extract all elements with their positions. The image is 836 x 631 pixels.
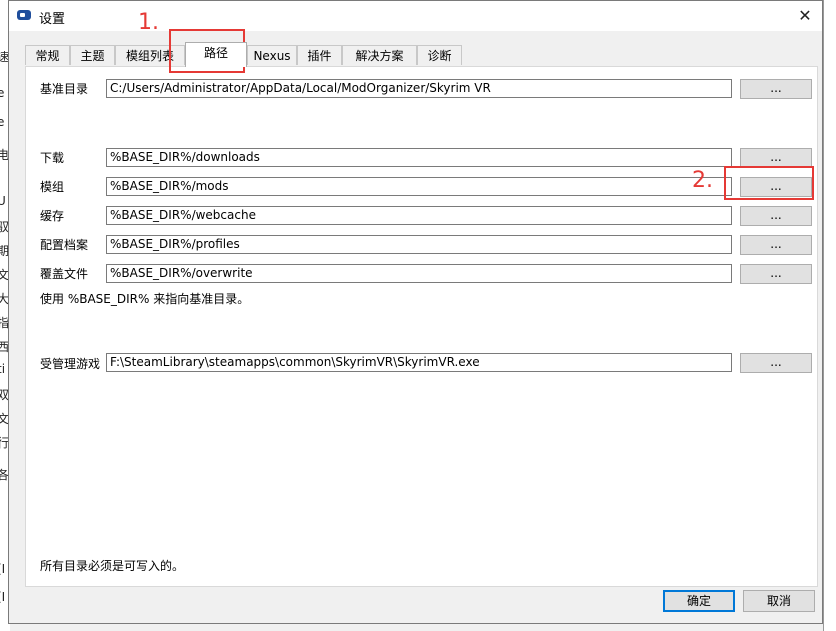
annotation-step-2: 2.: [692, 168, 713, 193]
tab-plugins[interactable]: 插件: [297, 45, 342, 65]
annotation-box-mods-browse: [724, 166, 814, 200]
tab-theme[interactable]: 主题: [70, 45, 115, 65]
window-title: 设置: [39, 12, 66, 27]
background-text: U: [0, 194, 6, 208]
base-dir-label: 基准目录: [40, 82, 89, 96]
mod-organizer-icon: [17, 10, 31, 20]
close-icon[interactable]: ✕: [794, 5, 816, 27]
downloads-browse-button[interactable]: ...: [740, 148, 812, 168]
downloads-label: 下载: [40, 151, 65, 165]
overwrite-label: 覆盖文件: [40, 267, 89, 281]
overwrite-browse-button[interactable]: ...: [740, 264, 812, 284]
background-text: (I: [0, 562, 6, 576]
cancel-button[interactable]: 取消: [743, 590, 815, 612]
tab-paths[interactable]: 路径: [185, 42, 247, 67]
background-text: (I: [0, 590, 6, 604]
mods-input[interactable]: %BASE_DIR%/mods: [106, 177, 732, 196]
settings-dialog: 设置 ✕ 常规 主题 模组列表 路径 Nexus 插件 解决方案 诊断 基准目录…: [8, 0, 823, 624]
tab-nexus[interactable]: Nexus: [247, 45, 297, 65]
ok-button[interactable]: 确定: [663, 590, 735, 612]
background-text: e: [0, 86, 5, 100]
cache-label: 缓存: [40, 209, 65, 223]
base-dir-input[interactable]: C:/Users/Administrator/AppData/Local/Mod…: [106, 79, 732, 98]
managed-game-input[interactable]: F:\SteamLibrary\steamapps\common\SkyrimV…: [106, 353, 732, 372]
annotation-step-1: 1.: [138, 10, 159, 35]
tab-workarounds[interactable]: 解决方案: [342, 45, 417, 65]
base-dir-hint: 使用 %BASE_DIR% 来指向基准目录。: [40, 292, 250, 306]
mods-label: 模组: [40, 180, 65, 194]
cache-input[interactable]: %BASE_DIR%/webcache: [106, 206, 732, 225]
managed-game-browse-button[interactable]: ...: [740, 353, 812, 373]
paths-panel: 基准目录 C:/Users/Administrator/AppData/Loca…: [25, 66, 818, 587]
writable-note: 所有目录必须是可写入的。: [40, 559, 185, 573]
tab-diagnostics[interactable]: 诊断: [417, 45, 462, 65]
background-text: e: [0, 115, 5, 129]
title-bar: 设置 ✕: [9, 1, 822, 31]
profiles-input[interactable]: %BASE_DIR%/profiles: [106, 235, 732, 254]
tab-general[interactable]: 常规: [25, 45, 70, 65]
background-window-edge: [823, 0, 836, 631]
background-text: ti: [0, 362, 6, 376]
downloads-input[interactable]: %BASE_DIR%/downloads: [106, 148, 732, 167]
cache-browse-button[interactable]: ...: [740, 206, 812, 226]
profiles-label: 配置档案: [40, 238, 89, 252]
overwrite-input[interactable]: %BASE_DIR%/overwrite: [106, 264, 732, 283]
profiles-browse-button[interactable]: ...: [740, 235, 812, 255]
managed-game-label: 受管理游戏: [40, 357, 101, 371]
base-dir-browse-button[interactable]: ...: [740, 79, 812, 99]
